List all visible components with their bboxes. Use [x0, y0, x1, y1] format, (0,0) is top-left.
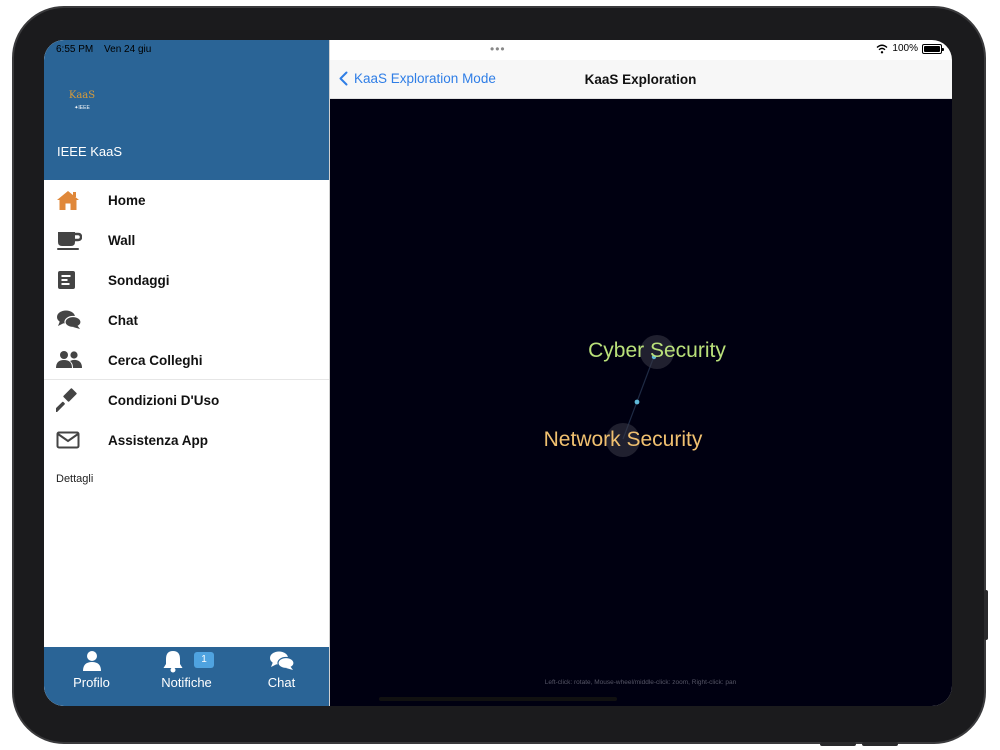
logo-subtext: ✦IEEE — [74, 105, 90, 111]
graph-node-label[interactable]: Network Security — [544, 428, 703, 451]
sidebar-item-label: Sondaggi — [108, 272, 170, 288]
tab-label: Profilo — [73, 675, 110, 690]
section-label-dettagli: Dettagli — [56, 473, 94, 485]
sidebar-item-label: Chat — [108, 312, 138, 328]
sidebar-item-assistenza-app[interactable]: Assistenza App — [44, 420, 329, 460]
graph-canvas[interactable]: Cyber Security Network Security Left-cli… — [329, 99, 952, 706]
sidebar-menu: Home Wall Sondaggi Chat Cerca Colleghi C… — [44, 180, 329, 460]
tab-profilo[interactable]: Profilo — [44, 647, 139, 706]
poll-icon — [58, 271, 75, 289]
status-bar: 6:55 PM Ven 24 giu ••• 100% — [44, 40, 952, 60]
multitasking-dots[interactable]: ••• — [490, 42, 506, 56]
navigation-bar: KaaS Exploration Mode KaaS Exploration — [329, 60, 952, 99]
status-date: Ven 24 giu — [104, 44, 152, 55]
tab-label: Notifiche — [161, 675, 212, 690]
sidebar-item-label: Home — [108, 192, 146, 208]
status-right: 100% — [876, 43, 944, 54]
status-time-date: 6:55 PM Ven 24 giu — [56, 44, 159, 55]
page-title-text: KaaS Exploration — [584, 72, 697, 87]
sidebar: KaaS ✦IEEE IEEE KaaS Home Wall Sondaggi … — [44, 40, 329, 706]
app-name: IEEE KaaS — [57, 144, 123, 159]
sidebar-item-label: Condizioni D'Uso — [108, 392, 220, 408]
logo-text: KaaS — [68, 90, 96, 101]
coffee-cup-icon — [57, 232, 82, 250]
tab-chat[interactable]: Chat — [234, 647, 329, 706]
users-icon — [56, 351, 82, 368]
sidebar-item-label: Wall — [108, 232, 136, 248]
device-side-button — [984, 590, 988, 640]
sidebar-header: KaaS ✦IEEE IEEE KaaS — [44, 40, 329, 180]
sidebar-item-wall[interactable]: Wall — [44, 220, 329, 260]
tab-label: Chat — [267, 675, 296, 690]
envelope-icon — [56, 431, 80, 449]
wifi-icon — [876, 44, 888, 53]
page-title: KaaS Exploration — [329, 72, 952, 87]
battery-percent: 100% — [892, 43, 918, 54]
chat-bubbles-icon — [57, 310, 82, 329]
sidebar-item-chat[interactable]: Chat — [44, 300, 329, 340]
link-particle — [634, 399, 640, 405]
battery-icon — [922, 43, 944, 54]
sidebar-item-condizioni-duso[interactable]: Condizioni D'Uso — [44, 380, 329, 420]
main-panel: KaaS Exploration Mode KaaS Exploration C… — [329, 40, 952, 706]
user-icon — [82, 651, 101, 671]
device-bottom-button — [862, 742, 898, 746]
status-time: 6:55 PM — [56, 44, 94, 55]
sidebar-item-label: Cerca Colleghi — [108, 352, 203, 368]
gavel-icon — [56, 388, 77, 412]
sidebar-item-home[interactable]: Home — [44, 180, 329, 220]
graph-node-label[interactable]: Cyber Security — [588, 339, 726, 362]
sidebar-item-label: Assistenza App — [108, 432, 209, 448]
home-indicator[interactable] — [379, 697, 617, 701]
notification-badge: 1 — [194, 652, 214, 668]
screen: 6:55 PM Ven 24 giu ••• 100% KaaS ✦IEEE I… — [44, 40, 952, 706]
tab-notifiche[interactable]: 1 Notifiche — [139, 647, 234, 706]
device-bottom-button — [820, 742, 856, 746]
knowledge-graph[interactable]: Cyber Security Network Security — [329, 99, 952, 706]
sidebar-item-sondaggi[interactable]: Sondaggi — [44, 260, 329, 300]
app-logo: KaaS ✦IEEE — [68, 90, 96, 116]
bell-icon — [163, 651, 182, 673]
house-icon — [57, 191, 79, 210]
sidebar-item-cerca-colleghi[interactable]: Cerca Colleghi — [44, 340, 329, 380]
graph-controls-hint: Left-click: rotate, Mouse-wheel/middle-c… — [544, 679, 737, 686]
chat-bubbles-icon — [269, 651, 295, 670]
split-divider — [329, 40, 330, 706]
bottom-tab-bar: Profilo 1 Notifiche Chat — [44, 647, 329, 706]
